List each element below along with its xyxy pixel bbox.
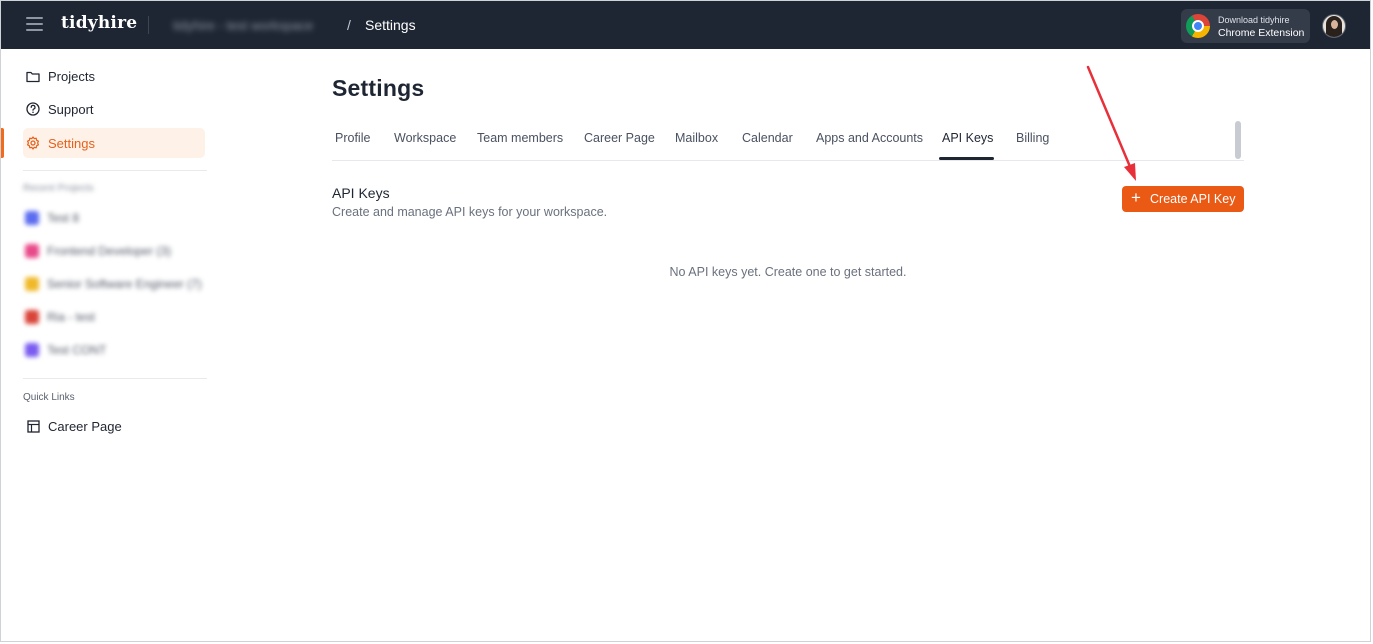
recent-projects-label: Recent Projects (23, 183, 94, 194)
breadcrumb-current: Settings (365, 17, 416, 33)
active-indicator (1, 128, 4, 158)
sidebar-item-label: Support (48, 101, 94, 117)
folder-icon (26, 69, 40, 83)
recent-project-item[interactable]: Frontend Developer (3) (25, 244, 171, 258)
sidebar-item-support[interactable]: Support (23, 94, 205, 124)
quick-link-career-page[interactable]: Career Page (23, 411, 205, 441)
brand-logo[interactable]: tidyhire (61, 13, 137, 33)
user-avatar[interactable] (1322, 14, 1346, 38)
tab-team-members[interactable]: Team members (477, 131, 563, 145)
recent-project-label: Frontend Developer (3) (47, 244, 172, 258)
recent-project-label: Ria - test (47, 310, 96, 324)
page-title: Settings (332, 75, 425, 101)
breadcrumb-separator: / (347, 17, 351, 33)
tab-workspace[interactable]: Workspace (394, 131, 456, 145)
tab-billing[interactable]: Billing (1016, 131, 1049, 145)
chrome-extension-line2: Chrome Extension (1218, 27, 1305, 39)
recent-project-label: Test 8 (47, 211, 80, 225)
layout-icon (26, 419, 40, 433)
sidebar-item-label: Projects (48, 68, 95, 84)
project-color-icon (25, 244, 39, 258)
tab-calendar[interactable]: Calendar (742, 131, 793, 145)
project-color-icon (25, 343, 39, 357)
create-api-key-label: Create API Key (1150, 192, 1236, 206)
tabs-scrollbar[interactable] (1235, 121, 1241, 159)
workspace-switcher[interactable]: tidyhire - test workspace (173, 18, 313, 33)
plus-icon: + (1131, 188, 1141, 207)
recent-project-label: Senior Software Engineer (7) (47, 277, 202, 291)
header-divider (148, 16, 149, 34)
quick-links-label: Quick Links (23, 392, 75, 403)
tab-apps-and-accounts[interactable]: Apps and Accounts (816, 131, 923, 145)
project-color-icon (25, 277, 39, 291)
section-title: API Keys (332, 185, 390, 201)
tab-profile[interactable]: Profile (335, 131, 370, 145)
chrome-extension-button[interactable]: Download tidyhire Chrome Extension (1181, 9, 1310, 43)
sidebar-item-settings[interactable]: Settings (23, 128, 205, 158)
recent-project-item[interactable]: Test 8 (25, 211, 79, 225)
tab-api-keys[interactable]: API Keys (942, 131, 993, 145)
sidebar-divider (23, 378, 207, 379)
active-tab-indicator (939, 157, 994, 160)
section-description: Create and manage API keys for your work… (332, 205, 608, 219)
main-content: Settings Profile Workspace Team members … (332, 49, 1244, 641)
sidebar: Projects Support Settings Recent Project… (1, 49, 217, 641)
question-circle-icon (26, 102, 40, 116)
sidebar-divider (23, 170, 207, 171)
create-api-key-button[interactable]: + Create API Key (1122, 186, 1244, 212)
gear-icon (26, 136, 40, 150)
sidebar-item-label: Settings (48, 135, 95, 151)
top-bar: tidyhire tidyhire - test workspace / Set… (1, 1, 1370, 49)
project-color-icon (25, 211, 39, 225)
empty-state-message: No API keys yet. Create one to get start… (669, 265, 907, 279)
chrome-icon (1186, 14, 1210, 38)
menu-icon[interactable] (26, 17, 43, 31)
app-window: tidyhire tidyhire - test workspace / Set… (0, 0, 1371, 642)
tab-career-page[interactable]: Career Page (584, 131, 655, 145)
recent-project-item[interactable]: Senior Software Engineer (7) (25, 277, 202, 291)
tab-mailbox[interactable]: Mailbox (675, 131, 718, 145)
chrome-extension-line1: Download tidyhire (1218, 15, 1290, 25)
recent-project-item[interactable]: Test CONT (25, 343, 106, 357)
project-color-icon (25, 310, 39, 324)
sidebar-item-projects[interactable]: Projects (23, 61, 205, 91)
quick-link-label: Career Page (48, 418, 122, 434)
recent-project-item[interactable]: Ria - test (25, 310, 95, 324)
settings-tabs: Profile Workspace Team members Career Pa… (332, 119, 1244, 161)
recent-project-label: Test CONT (47, 343, 107, 357)
